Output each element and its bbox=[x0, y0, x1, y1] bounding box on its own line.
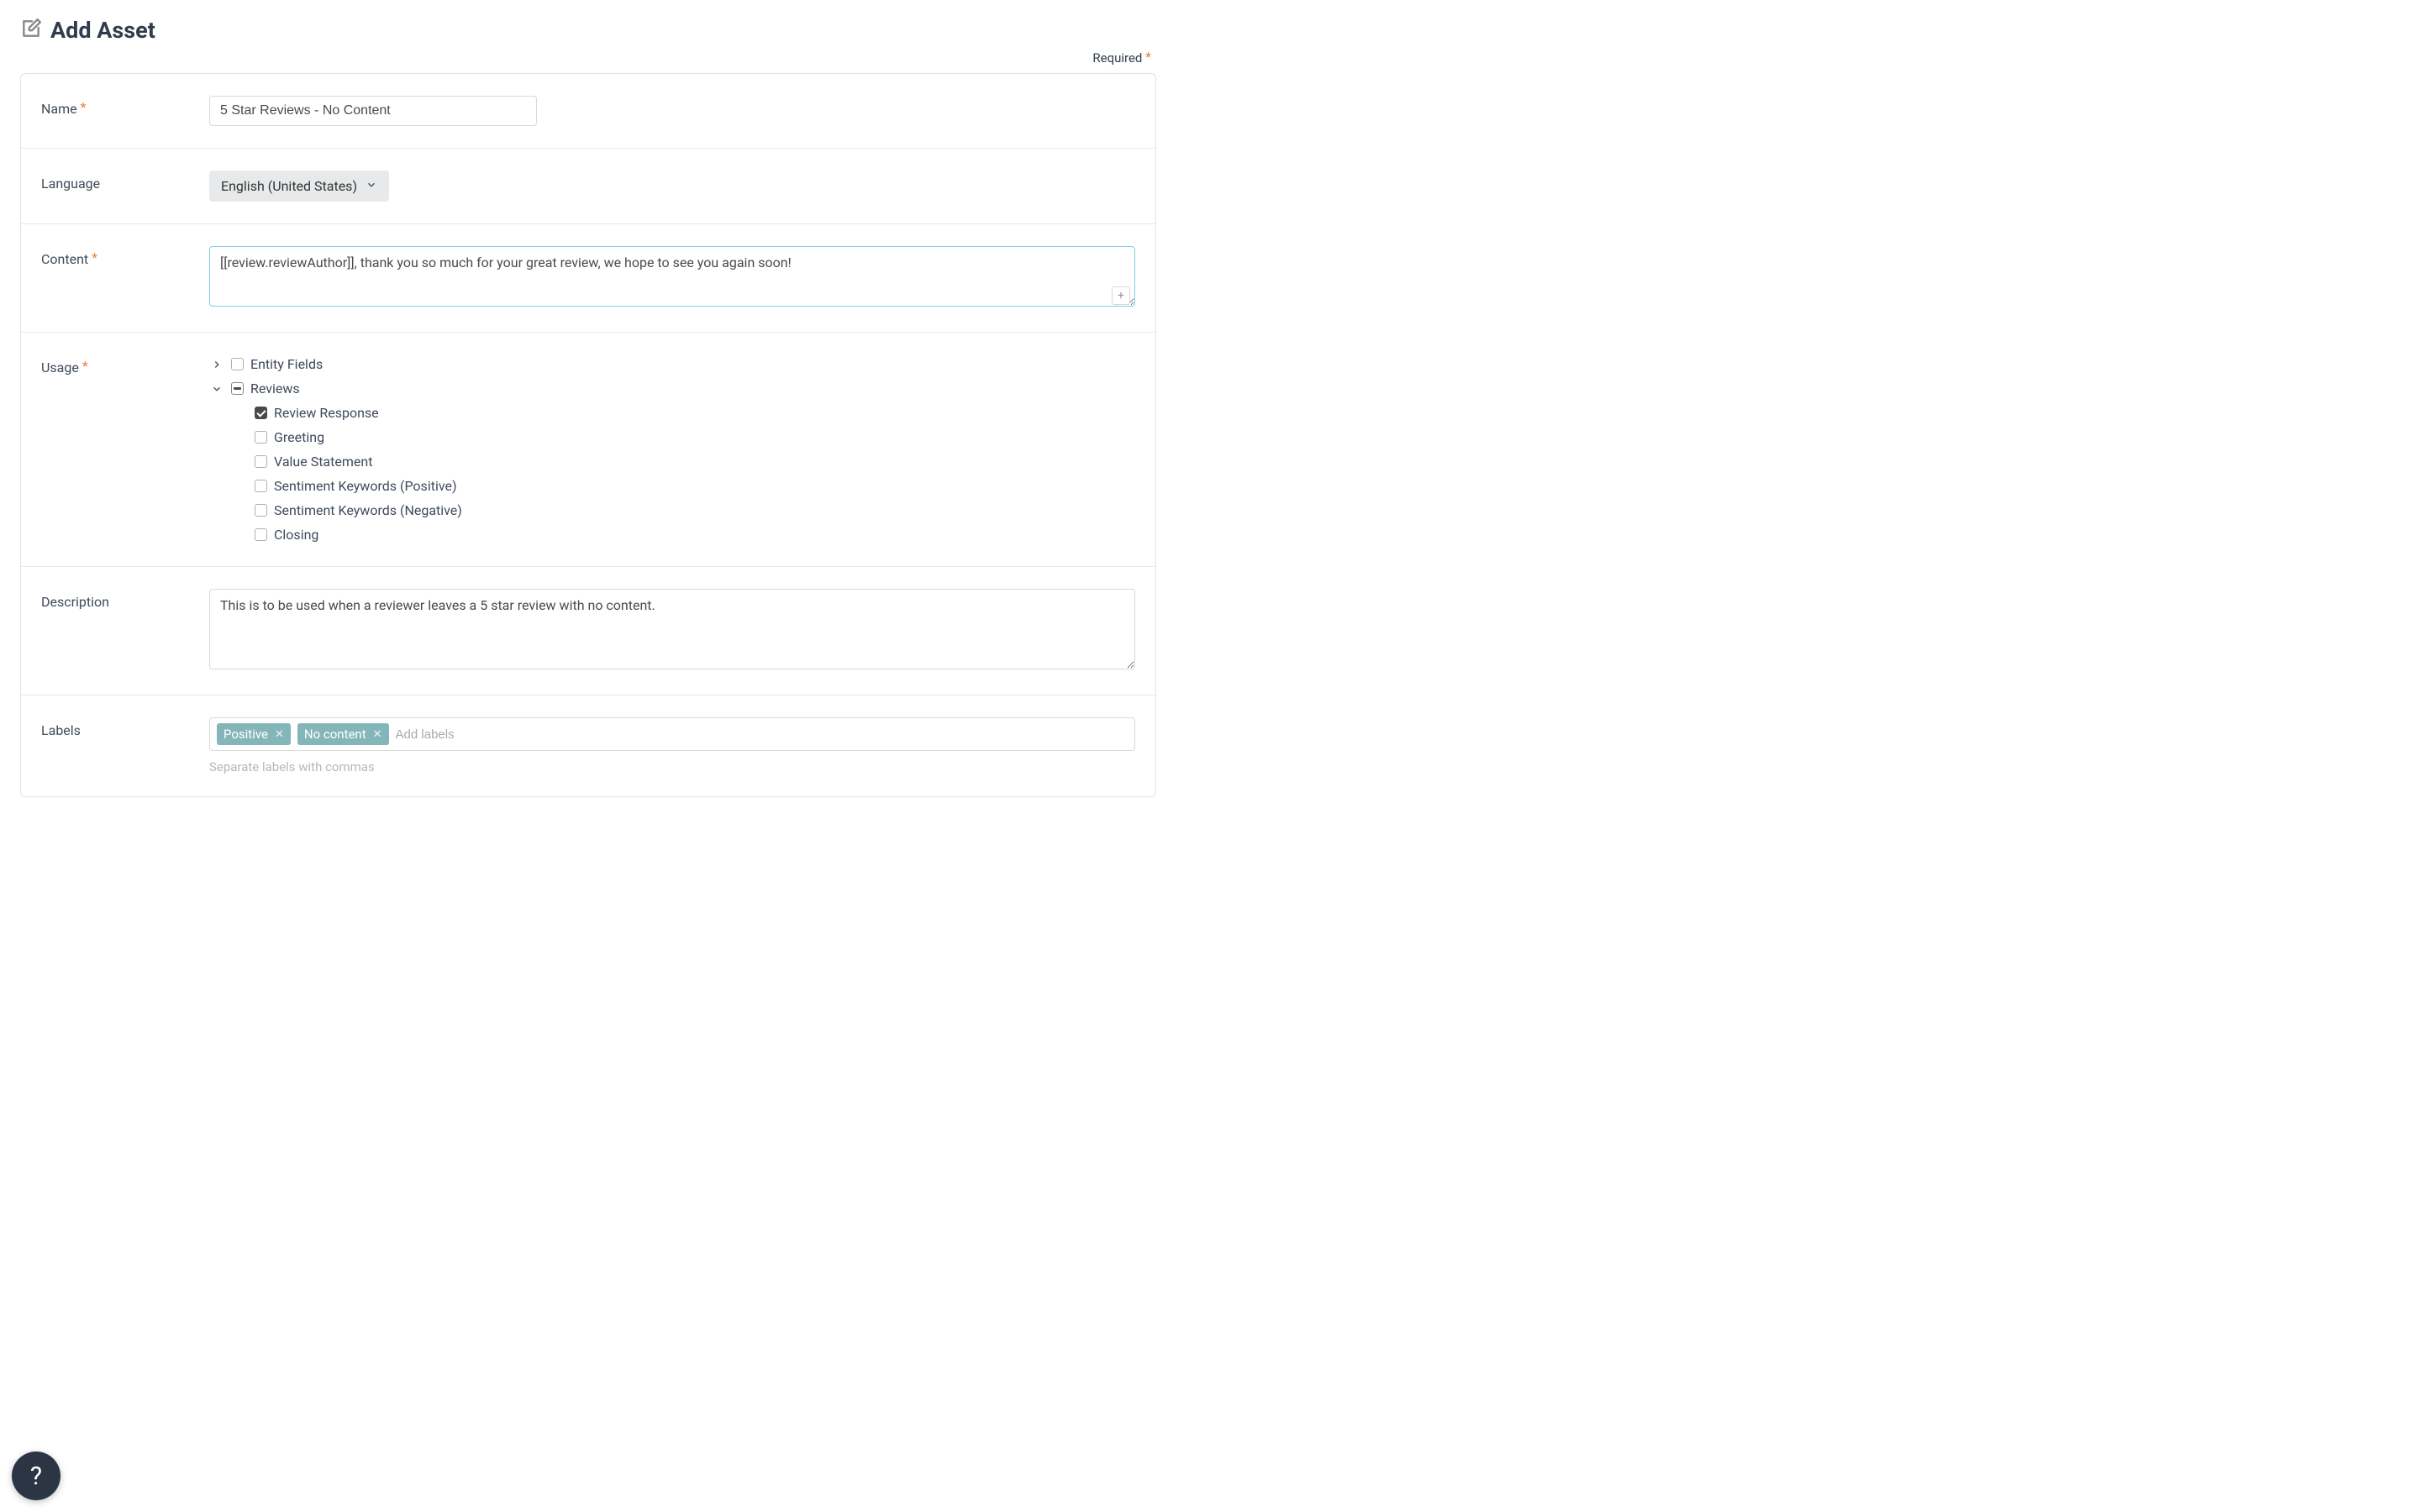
insert-variable-button[interactable]: + bbox=[1112, 286, 1130, 305]
closing-label: Closing bbox=[274, 527, 318, 543]
usage-label: Usage* bbox=[41, 354, 209, 375]
chevron-down-icon[interactable] bbox=[209, 381, 224, 396]
reviews-label: Reviews bbox=[250, 381, 300, 396]
closing-checkbox[interactable] bbox=[255, 528, 267, 541]
required-indicator: Required * bbox=[20, 50, 1156, 66]
label-tag-positive: Positive ✕ bbox=[217, 723, 291, 745]
label-tag-no-content: No content ✕ bbox=[297, 723, 389, 745]
help-icon: ? bbox=[30, 1462, 42, 1491]
sentiment-positive-label: Sentiment Keywords (Positive) bbox=[274, 478, 457, 494]
chevron-down-icon bbox=[366, 178, 377, 194]
entity-fields-label: Entity Fields bbox=[250, 356, 323, 372]
labels-label: Labels bbox=[41, 717, 209, 738]
remove-tag-icon[interactable]: ✕ bbox=[373, 728, 382, 741]
name-label: Name* bbox=[41, 96, 209, 117]
edit-icon bbox=[20, 18, 42, 43]
sentiment-negative-label: Sentiment Keywords (Negative) bbox=[274, 502, 462, 518]
greeting-checkbox[interactable] bbox=[255, 431, 267, 444]
value-statement-label: Value Statement bbox=[274, 454, 372, 470]
language-dropdown[interactable]: English (United States) bbox=[209, 171, 389, 202]
labels-hint: Separate labels with commas bbox=[209, 759, 1135, 774]
sentiment-negative-checkbox[interactable] bbox=[255, 504, 267, 517]
review-response-checkbox[interactable] bbox=[255, 407, 267, 419]
language-value: English (United States) bbox=[221, 178, 357, 194]
content-textarea[interactable] bbox=[209, 246, 1135, 307]
page-title: Add Asset bbox=[50, 17, 155, 44]
review-response-label: Review Response bbox=[274, 405, 379, 421]
value-statement-checkbox[interactable] bbox=[255, 455, 267, 468]
help-button[interactable]: ? bbox=[12, 1452, 60, 1500]
name-input[interactable] bbox=[209, 96, 537, 126]
entity-fields-checkbox[interactable] bbox=[231, 358, 244, 370]
labels-input[interactable] bbox=[396, 724, 563, 745]
language-label: Language bbox=[41, 171, 209, 192]
content-label: Content* bbox=[41, 246, 209, 267]
description-textarea[interactable] bbox=[209, 589, 1135, 669]
reviews-checkbox[interactable] bbox=[231, 382, 244, 395]
labels-field[interactable]: Positive ✕ No content ✕ bbox=[209, 717, 1135, 751]
sentiment-positive-checkbox[interactable] bbox=[255, 480, 267, 492]
remove-tag-icon[interactable]: ✕ bbox=[275, 728, 284, 741]
chevron-right-icon[interactable] bbox=[209, 357, 224, 372]
greeting-label: Greeting bbox=[274, 429, 324, 445]
description-label: Description bbox=[41, 589, 209, 610]
usage-tree: Entity Fields Reviews Review Response bbox=[209, 354, 1135, 544]
add-asset-form: Name* Language English (United States) C bbox=[20, 73, 1156, 797]
